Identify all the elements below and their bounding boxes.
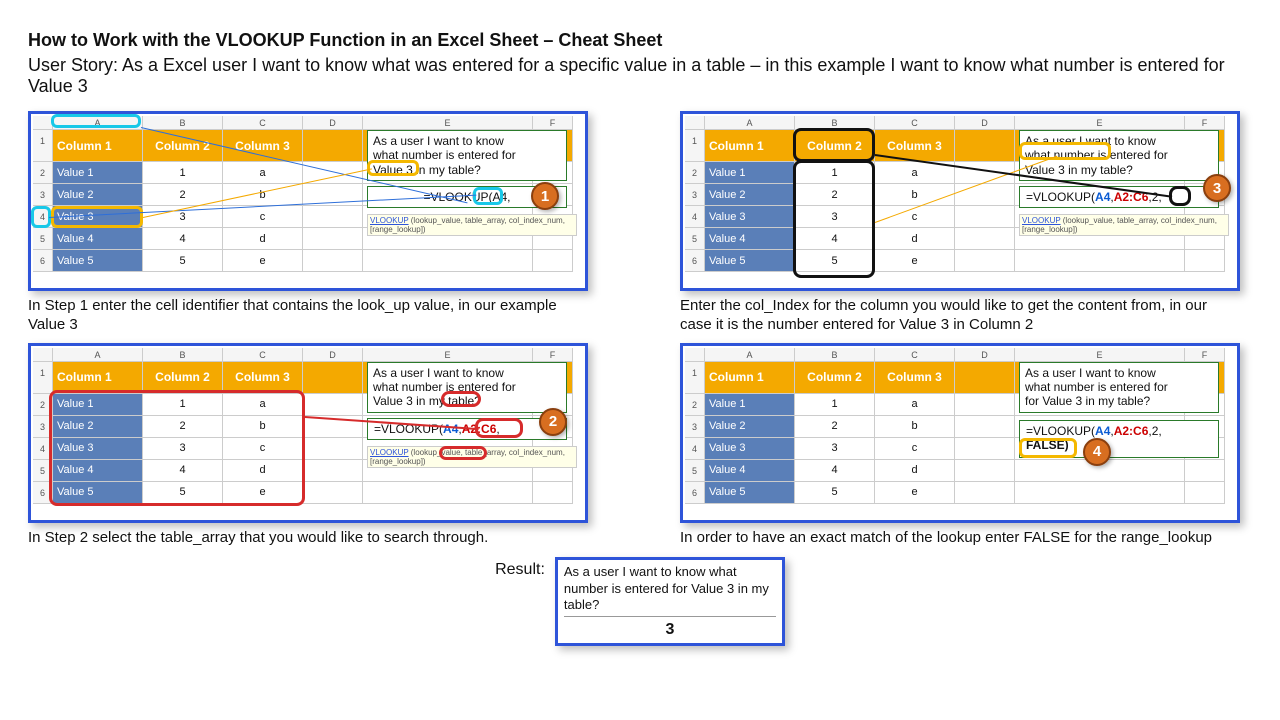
col-B: B xyxy=(143,116,223,130)
result-panel: As a user I want to know what number is … xyxy=(555,557,785,646)
th-col1: Column 1 xyxy=(53,130,143,162)
th-col3: Column 3 xyxy=(223,130,303,162)
step3-panel: ABCDEF 1Column 1Column 2Column 3 2Value … xyxy=(680,111,1240,291)
step4-caption: In order to have an exact match of the l… xyxy=(680,529,1240,548)
step2-panel: ABCDEF 1Column 1Column 2Column 3 2Value … xyxy=(28,343,588,523)
result-question: As a user I want to know what number is … xyxy=(564,564,776,617)
step1-caption: In Step 1 enter the cell identifier that… xyxy=(28,297,588,335)
th-col2: Column 2 xyxy=(143,130,223,162)
step-badge-3: 3 xyxy=(1203,174,1231,202)
user-question-box: As a user I want to know what number is … xyxy=(1019,362,1219,413)
cheatsheet-grid: A B C D E F 1 Column 1 Column 2 Column 3 xyxy=(28,111,1252,547)
col-E: E xyxy=(363,116,533,130)
step-badge-4: 4 xyxy=(1083,438,1111,466)
col-D: D xyxy=(303,116,363,130)
user-question-box: As a user I want to know what number is … xyxy=(367,362,567,413)
user-story: User Story: As a Excel user I want to kn… xyxy=(28,55,1252,97)
result-value: 3 xyxy=(564,619,776,639)
step3-caption: Enter the col_Index for the column you w… xyxy=(680,297,1240,335)
user-question-box: As a user I want to know what number is … xyxy=(1019,130,1219,181)
col-A: A xyxy=(53,116,143,130)
step4-panel: ABCDEF 1Column 1Column 2Column 3 2Value … xyxy=(680,343,1240,523)
formula-box: =VLOOKUP(A4,A2:C6, xyxy=(367,418,567,440)
page-title: How to Work with the VLOOKUP Function in… xyxy=(28,30,1252,51)
formula-box: =VLOOKUP(A4,A2:C6,2, FALSE) xyxy=(1019,420,1219,458)
step1-panel: A B C D E F 1 Column 1 Column 2 Column 3 xyxy=(28,111,588,291)
step2-block: ABCDEF 1Column 1Column 2Column 3 2Value … xyxy=(28,343,588,548)
step2-caption: In Step 2 select the table_array that yo… xyxy=(28,529,588,548)
formula-tooltip: VLOOKUP (lookup_value, table_array, col_… xyxy=(1019,214,1229,236)
step3-block: ABCDEF 1Column 1Column 2Column 3 2Value … xyxy=(680,111,1240,335)
step4-block: ABCDEF 1Column 1Column 2Column 3 2Value … xyxy=(680,343,1240,548)
formula-tooltip: VLOOKUP (lookup_value, table_array, col_… xyxy=(367,214,577,236)
step-badge-2: 2 xyxy=(539,408,567,436)
formula-box: =VLOOKUP(A4,A2:C6,2, xyxy=(1019,186,1219,208)
user-question-box: As a user I want to know what number is … xyxy=(367,130,567,181)
result-section: Result: As a user I want to know what nu… xyxy=(28,557,1252,646)
step-badge-1: 1 xyxy=(531,182,559,210)
formula-tooltip: VLOOKUP (lookup_value, table_array, col_… xyxy=(367,446,577,468)
col-C: C xyxy=(223,116,303,130)
result-label: Result: xyxy=(495,561,545,579)
col-F: F xyxy=(533,116,573,130)
step1-block: A B C D E F 1 Column 1 Column 2 Column 3 xyxy=(28,111,588,335)
